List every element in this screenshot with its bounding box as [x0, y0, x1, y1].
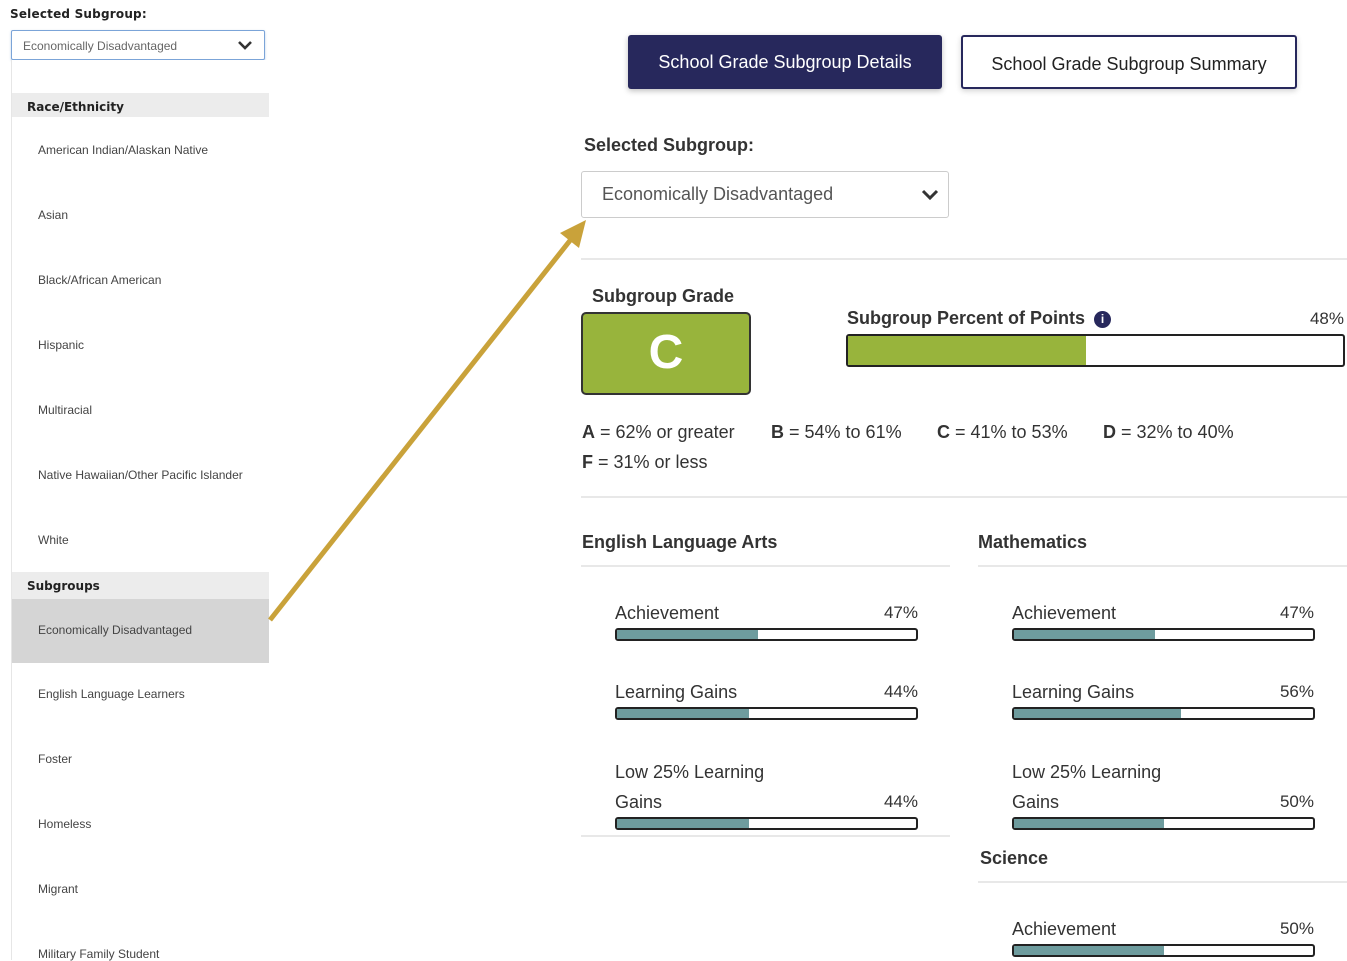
left-subgroup-dropdown[interactable]: Economically Disadvantaged — [11, 30, 265, 60]
metric-value: 50% — [1279, 792, 1314, 811]
divider — [978, 881, 1347, 883]
list-item[interactable]: Multiracial — [12, 403, 269, 417]
chevron-down-icon[interactable] — [920, 185, 940, 210]
percent-points-bar — [846, 334, 1345, 367]
list-item[interactable]: Asian — [12, 208, 269, 222]
grade-scale-c: C = 41% to 53% — [937, 422, 1068, 442]
divider — [581, 258, 1347, 260]
metric-bar — [615, 817, 918, 830]
arrow-head — [560, 220, 586, 248]
selected-subgroup-label: Selected Subgroup: — [584, 135, 755, 155]
metric-label: Low 25% Learning — [615, 762, 765, 782]
metric-label: Gains — [1012, 792, 1060, 812]
metric-bar-fill — [1014, 819, 1164, 828]
metric-value: 47% — [883, 603, 918, 622]
metric-bar — [615, 707, 918, 720]
section-title-ela: English Language Arts — [582, 532, 778, 552]
section-title-math: Mathematics — [978, 532, 1088, 552]
metric-label: Learning Gains — [1012, 682, 1135, 702]
subgroup-dropdown[interactable]: Economically Disadvantaged — [581, 171, 949, 218]
subgroup-grade-badge: C — [581, 312, 751, 395]
metric-bar — [615, 628, 918, 641]
metric-value: 47% — [1279, 603, 1314, 622]
metric-bar-fill — [1014, 946, 1164, 955]
divider — [581, 565, 950, 567]
metric-label: Low 25% Learning — [1012, 762, 1162, 782]
metric-label: Achievement — [1012, 919, 1117, 939]
grade-scale-a: A = 62% or greater — [582, 422, 735, 442]
percent-points-value: 48% — [1309, 309, 1344, 328]
metric-bar-fill — [1014, 709, 1182, 718]
divider — [978, 565, 1347, 567]
left-dropdown-value: Economically Disadvantaged — [23, 39, 178, 53]
list-item[interactable]: Hispanic — [12, 338, 269, 352]
list-item[interactable]: Native Hawaiian/Other Pacific Islander — [12, 468, 269, 482]
metric-value: 56% — [1279, 682, 1314, 701]
metric-label: Gains — [615, 792, 663, 812]
metric-label: Learning Gains — [615, 682, 738, 702]
left-selected-subgroup-label: Selected Subgroup: — [10, 7, 147, 21]
metric-bar-fill — [617, 709, 749, 718]
percent-points-label: Subgroup Percent of Points i — [847, 308, 1112, 329]
list-item[interactable]: Black/African American — [12, 273, 269, 287]
subgroup-dropdown-value: Economically Disadvantaged — [602, 184, 834, 204]
info-icon[interactable]: i — [1094, 311, 1112, 328]
metric-value: 44% — [883, 792, 918, 811]
percent-points-label-text: Subgroup Percent of Points — [847, 308, 1086, 328]
section-title-science: Science — [980, 848, 1049, 868]
list-item[interactable]: Homeless — [12, 817, 269, 831]
metric-bar-fill — [1014, 630, 1155, 639]
metric-value: 44% — [883, 682, 918, 701]
list-item[interactable]: English Language Learners — [12, 687, 269, 701]
metric-bar — [1012, 944, 1315, 957]
grade-scale-b: B = 54% to 61% — [771, 422, 902, 442]
list-item[interactable]: Migrant — [12, 882, 269, 896]
list-item[interactable]: Foster — [12, 752, 269, 766]
metric-label: Achievement — [1012, 603, 1117, 623]
chevron-down-icon[interactable] — [236, 36, 254, 57]
group-header-subgroups: Subgroups — [12, 572, 269, 599]
metric-value: 50% — [1279, 919, 1314, 938]
metric-bar-fill — [617, 819, 749, 828]
subgroup-grade-label: Subgroup Grade — [592, 286, 735, 306]
divider — [581, 496, 1347, 498]
percent-points-bar-fill — [848, 336, 1086, 365]
tab-subgroup-summary[interactable]: School Grade Subgroup Summary — [961, 35, 1297, 89]
divider — [581, 835, 950, 837]
group-header-race-ethnicity: Race/Ethnicity — [12, 93, 269, 117]
metric-bar-fill — [617, 630, 758, 639]
metric-bar — [1012, 707, 1315, 720]
metric-label: Achievement — [615, 603, 720, 623]
grade-scale-f: F = 31% or less — [582, 452, 708, 472]
tab-subgroup-details[interactable]: School Grade Subgroup Details — [628, 35, 942, 89]
list-item[interactable]: American Indian/Alaskan Native — [12, 143, 269, 157]
metric-bar — [1012, 628, 1315, 641]
metric-bar — [1012, 817, 1315, 830]
list-item[interactable]: White — [12, 533, 269, 547]
subgroup-list: Race/Ethnicity American Indian/Alaskan N… — [11, 60, 269, 961]
grade-scale-d: D = 32% to 40% — [1103, 422, 1234, 442]
list-item-selected[interactable]: Economically Disadvantaged — [12, 599, 269, 663]
list-item[interactable]: Military Family Student — [12, 947, 269, 961]
